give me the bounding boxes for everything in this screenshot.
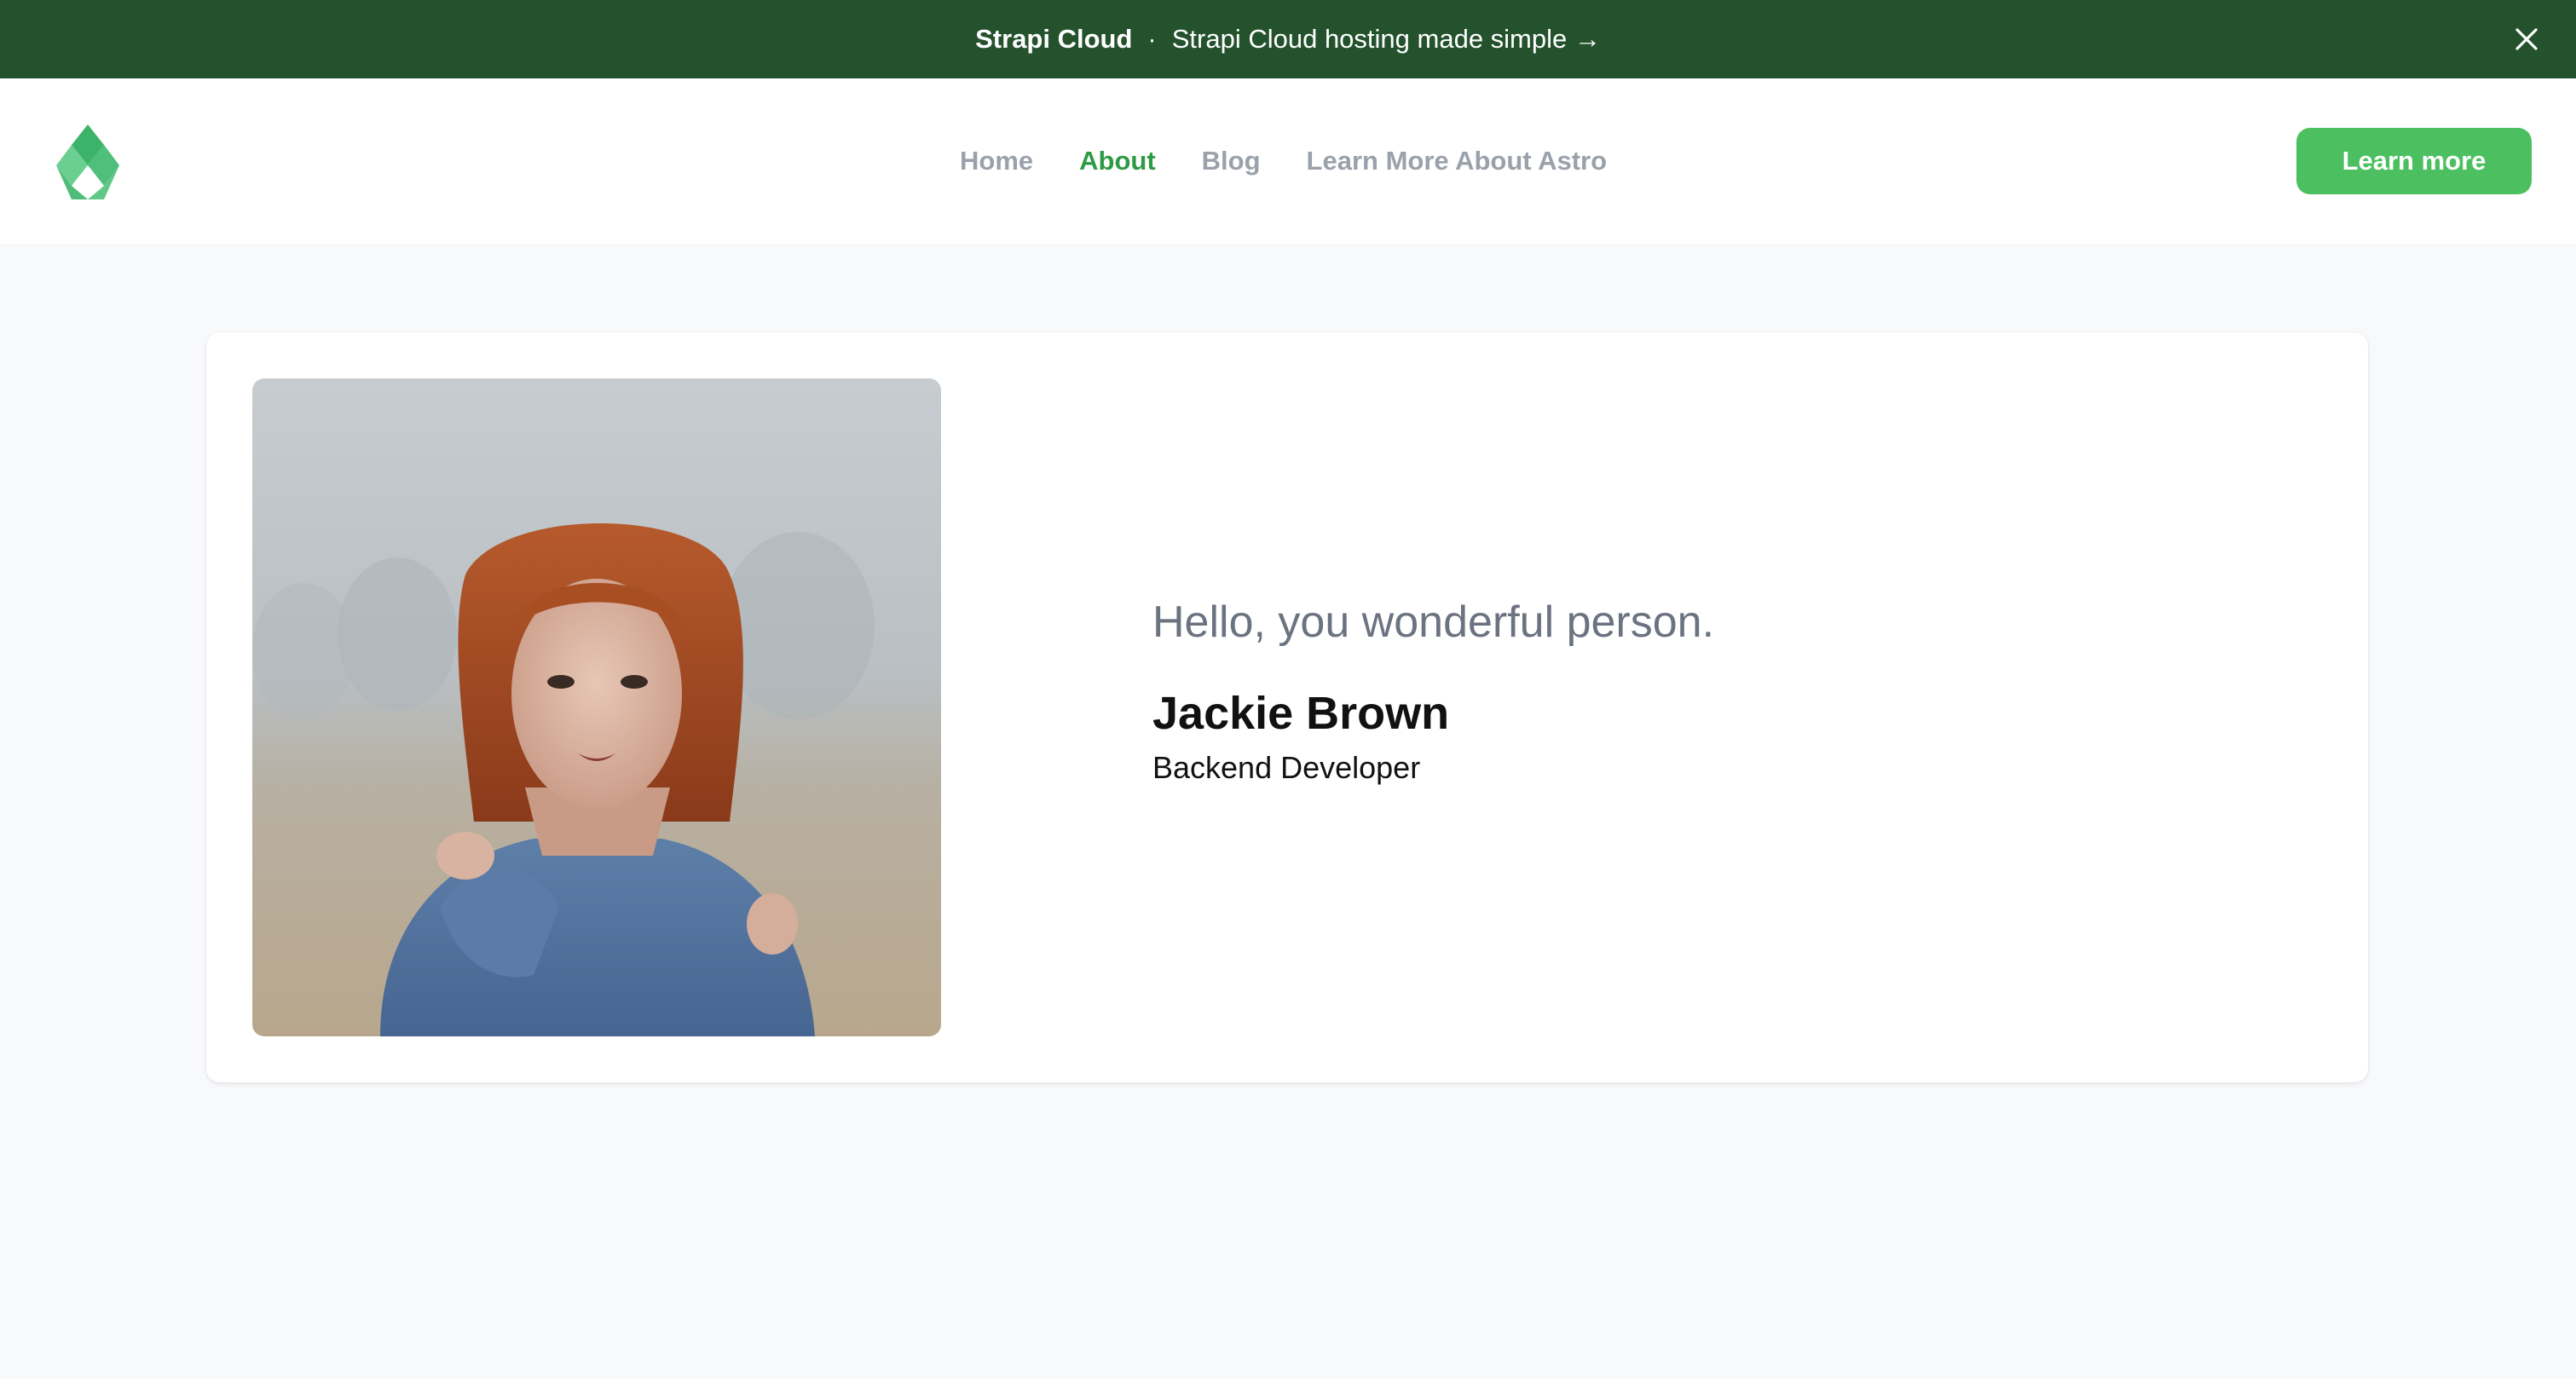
announcement-banner: Strapi Cloud · Strapi Cloud hosting made… [0,0,2576,78]
nav-about[interactable]: About [1079,146,1156,176]
learn-more-button[interactable]: Learn more [2296,128,2532,194]
portrait-image [252,378,941,1036]
profile-card: Hello, you wonderful person. Jackie Brow… [206,332,2368,1082]
banner-separator: · [1147,24,1157,54]
nav-home[interactable]: Home [960,146,1033,176]
close-icon [2515,28,2538,50]
diamond-logo-icon [56,124,119,199]
profile-name: Jackie Brown [1152,688,1450,739]
nav-blog[interactable]: Blog [1202,146,1261,176]
profile-photo [252,378,941,1036]
main-nav: Home About Blog Learn More About Astro [960,78,1607,244]
profile-text: Hello, you wonderful person. Jackie Brow… [1152,597,1714,786]
nav-learn-more-about-astro[interactable]: Learn More About Astro [1307,146,1608,176]
site-header: Home About Blog Learn More About Astro L… [0,78,2576,244]
profile-greeting: Hello, you wonderful person. [1152,597,1715,647]
site-logo[interactable] [56,124,119,199]
banner-brand[interactable]: Strapi Cloud [975,24,1132,55]
banner-message-link[interactable]: Strapi Cloud hosting made simple → [1172,24,1601,55]
profile-role: Backend Developer [1152,750,1421,785]
banner-close-button[interactable] [2508,20,2545,58]
